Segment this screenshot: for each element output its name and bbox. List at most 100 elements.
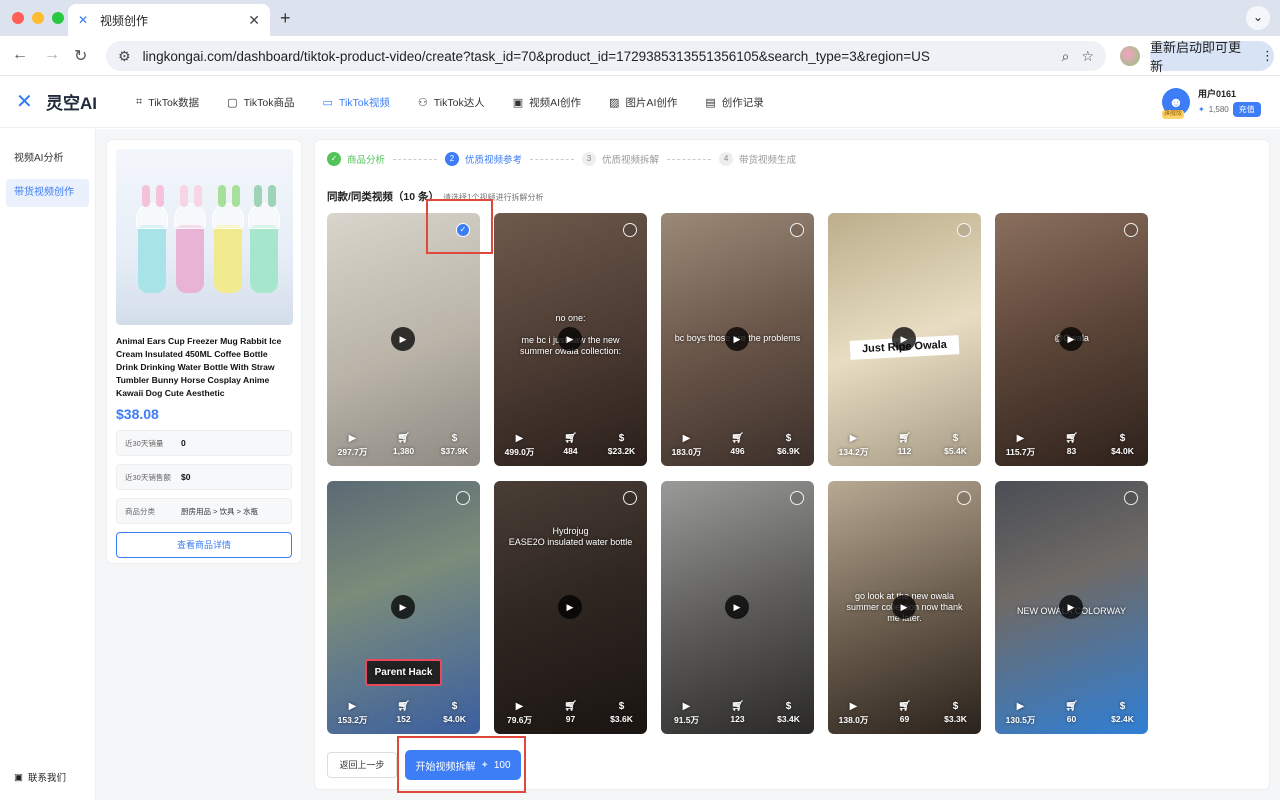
back-step-button[interactable]: 返回上一步 — [327, 752, 397, 778]
select-checkbox[interactable] — [456, 491, 470, 505]
views-play-icon: ▶ — [515, 701, 524, 712]
step-4[interactable]: 4 带货视频生成 — [719, 152, 796, 166]
bookmark-star-icon[interactable]: ☆ — [1081, 48, 1094, 65]
avatar[interactable]: ☻ 旗舰版 — [1162, 88, 1190, 119]
video-card[interactable]: no one: me bc i just saw the new summer … — [494, 213, 647, 466]
close-window-button[interactable] — [12, 12, 24, 24]
sidebar-item-video-analysis[interactable]: 视频AI分析 — [6, 145, 89, 173]
reload-icon[interactable]: ↻ — [74, 46, 87, 66]
play-icon[interactable]: ▶ — [558, 327, 582, 351]
nav-tiktok-videos[interactable]: ▭ TikTok视频 — [323, 95, 390, 110]
browser-tab[interactable]: ✕ 视频创作 ✕ — [68, 4, 270, 36]
zoom-icon[interactable]: ⌕ — [1062, 48, 1070, 65]
product-card: Animal Ears Cup Freezer Mug Rabbit Ice C… — [106, 139, 302, 564]
nav-label: TikTok商品 — [243, 97, 295, 109]
video-card[interactable]: go look at the new owala summer collecti… — [828, 481, 981, 734]
extension-icon[interactable] — [1120, 46, 1140, 66]
views-play-icon: ▶ — [682, 701, 691, 712]
stat-revenue-30d: 近30天销售额 $0 — [116, 464, 292, 490]
video-card[interactable]: Hydrojug EASE2O insulated water bottle ▶… — [494, 481, 647, 734]
revenue-value: $3.4K — [777, 714, 800, 724]
minimize-window-button[interactable] — [32, 12, 44, 24]
video-stats: ▶ 183.0万 🛒︎ 496 $ $6.9K — [661, 432, 814, 458]
video-stats: ▶ 79.6万 🛒︎ 97 $ $3.6K — [494, 700, 647, 726]
step-number: 4 — [719, 152, 734, 166]
stat-value: 0 — [181, 438, 186, 448]
video-card[interactable]: Just Ripe Owala ▶ ▶134.2万 🛒︎112 $$5.4K — [828, 213, 981, 466]
video-card[interactable]: ▶ ▶ 91.5万 🛒︎ 123 $ $3.4K — [661, 481, 814, 734]
dollar-icon: $ — [618, 433, 625, 444]
video-card[interactable]: NEW OWALA COLORWAY ▶ ▶ 130.5万 🛒︎ 60 $ $2.4K — [995, 481, 1148, 734]
cart-icon: 🛒︎ — [397, 433, 410, 444]
view-product-details-button[interactable]: 查看商品详情 — [116, 532, 292, 558]
step-label: 带货视频生成 — [739, 155, 797, 166]
sales-value: 1,380 — [392, 446, 415, 456]
step-2[interactable]: 2 优质视频参考 — [445, 152, 522, 166]
select-checkbox[interactable] — [790, 491, 804, 505]
play-icon[interactable]: ▶ — [892, 327, 916, 351]
play-icon[interactable]: ▶ — [725, 327, 749, 351]
user-menu[interactable]: ☻ 旗舰版 用户0161 ✦ 1,580 充值 — [1162, 87, 1261, 119]
play-icon[interactable]: ▶ — [1059, 595, 1083, 619]
views-value: 115.7万 — [1005, 447, 1036, 457]
sidebar-item-product-video[interactable]: 带货视频创作 — [6, 179, 89, 207]
revenue-value: $3.3K — [944, 714, 967, 724]
play-icon[interactable]: ▶ — [725, 595, 749, 619]
views-play-icon: ▶ — [682, 433, 691, 444]
video-card[interactable]: @Owala ▶ ▶115.7万 🛒︎83 $$4.0K — [995, 213, 1148, 466]
recharge-button[interactable]: 充值 — [1232, 102, 1261, 117]
video-card[interactable]: Parent Hack ▶ ▶ 153.2万 🛒︎ 152 $ $4.0K — [327, 481, 480, 734]
step-number: 2 — [445, 152, 460, 166]
site-info-icon[interactable]: ⚙ — [118, 48, 131, 65]
select-checkbox[interactable] — [1124, 223, 1138, 237]
step-label: 优质视频拆解 — [602, 155, 660, 166]
nav-tiktok-data[interactable]: ⌗ TikTok数据 — [136, 95, 199, 110]
product-title: Animal Ears Cup Freezer Mug Rabbit Ice C… — [116, 336, 282, 398]
film-icon: ▣ — [512, 97, 524, 109]
nav-image-ai[interactable]: ▨ 图片AI创作 — [609, 95, 677, 110]
stat-label: 商品分类 — [125, 506, 155, 516]
maximize-window-button[interactable] — [52, 12, 64, 24]
nav-tiktok-creators[interactable]: ⚇ TikTok达人 — [418, 95, 485, 110]
play-icon[interactable]: ▶ — [892, 595, 916, 619]
nav-video-ai[interactable]: ▣ 视频AI创作 — [513, 95, 581, 110]
credits: ✦ 1,580 充值 — [1198, 102, 1261, 117]
nav-label: 视频AI创作 — [529, 97, 582, 109]
tab-menu-icon[interactable]: ⌄ — [1246, 6, 1270, 30]
contact-us[interactable]: ▣ 联系我们 — [14, 770, 66, 785]
dollar-icon: $ — [451, 701, 458, 712]
select-checkbox[interactable] — [957, 223, 971, 237]
dollar-icon: $ — [785, 701, 792, 712]
nav-history[interactable]: ▤ 创作记录 — [705, 95, 763, 110]
play-icon[interactable]: ▶ — [558, 595, 582, 619]
credits-value: 1,580 — [1208, 105, 1229, 114]
step-3[interactable]: 3 优质视频拆解 — [582, 152, 659, 166]
dollar-icon: $ — [952, 433, 959, 444]
select-checkbox[interactable] — [957, 491, 971, 505]
play-icon[interactable]: ▶ — [1059, 327, 1083, 351]
select-checkbox[interactable] — [790, 223, 804, 237]
step-1[interactable]: ✓ 商品分析 — [327, 152, 385, 166]
video-grid: ✓ ▶ ▶ 297.7万 🛒︎ 1,380 $ $37.9K no one: me b… — [327, 213, 1148, 734]
revenue-value: $37.9K — [440, 446, 469, 456]
play-icon[interactable]: ▶ — [391, 327, 415, 351]
nav-tiktok-products[interactable]: ▢ TikTok商品 — [227, 95, 294, 110]
plan-badge: 旗舰版 — [1162, 110, 1185, 119]
address-bar[interactable]: ⚙ lingkongai.com/dashboard/tiktok-produc… — [106, 41, 1106, 71]
contact-label: 联系我们 — [27, 773, 66, 784]
forward-icon[interactable]: → — [44, 46, 60, 64]
video-caption: Hydrojug EASE2O insulated water bottle — [508, 526, 633, 547]
select-checkbox[interactable] — [623, 491, 637, 505]
close-tab-icon[interactable]: ✕ — [248, 12, 260, 29]
video-card[interactable]: bc boys those are the problems ▶ ▶183.0万… — [661, 213, 814, 466]
play-icon[interactable]: ▶ — [391, 595, 415, 619]
app-logo[interactable]: ✕ 灵空AI — [16, 89, 97, 114]
back-icon[interactable]: ← — [12, 46, 28, 64]
select-checkbox[interactable] — [1124, 491, 1138, 505]
select-checkbox[interactable] — [623, 223, 637, 237]
cart-icon: 🛒︎ — [397, 701, 410, 712]
update-button[interactable]: 重新启动即可更新 ⋮ — [1150, 40, 1274, 74]
new-tab-icon[interactable]: + — [280, 8, 291, 29]
revenue-value: $4.0K — [443, 714, 466, 724]
url-text: lingkongai.com/dashboard/tiktok-product-… — [142, 48, 930, 64]
